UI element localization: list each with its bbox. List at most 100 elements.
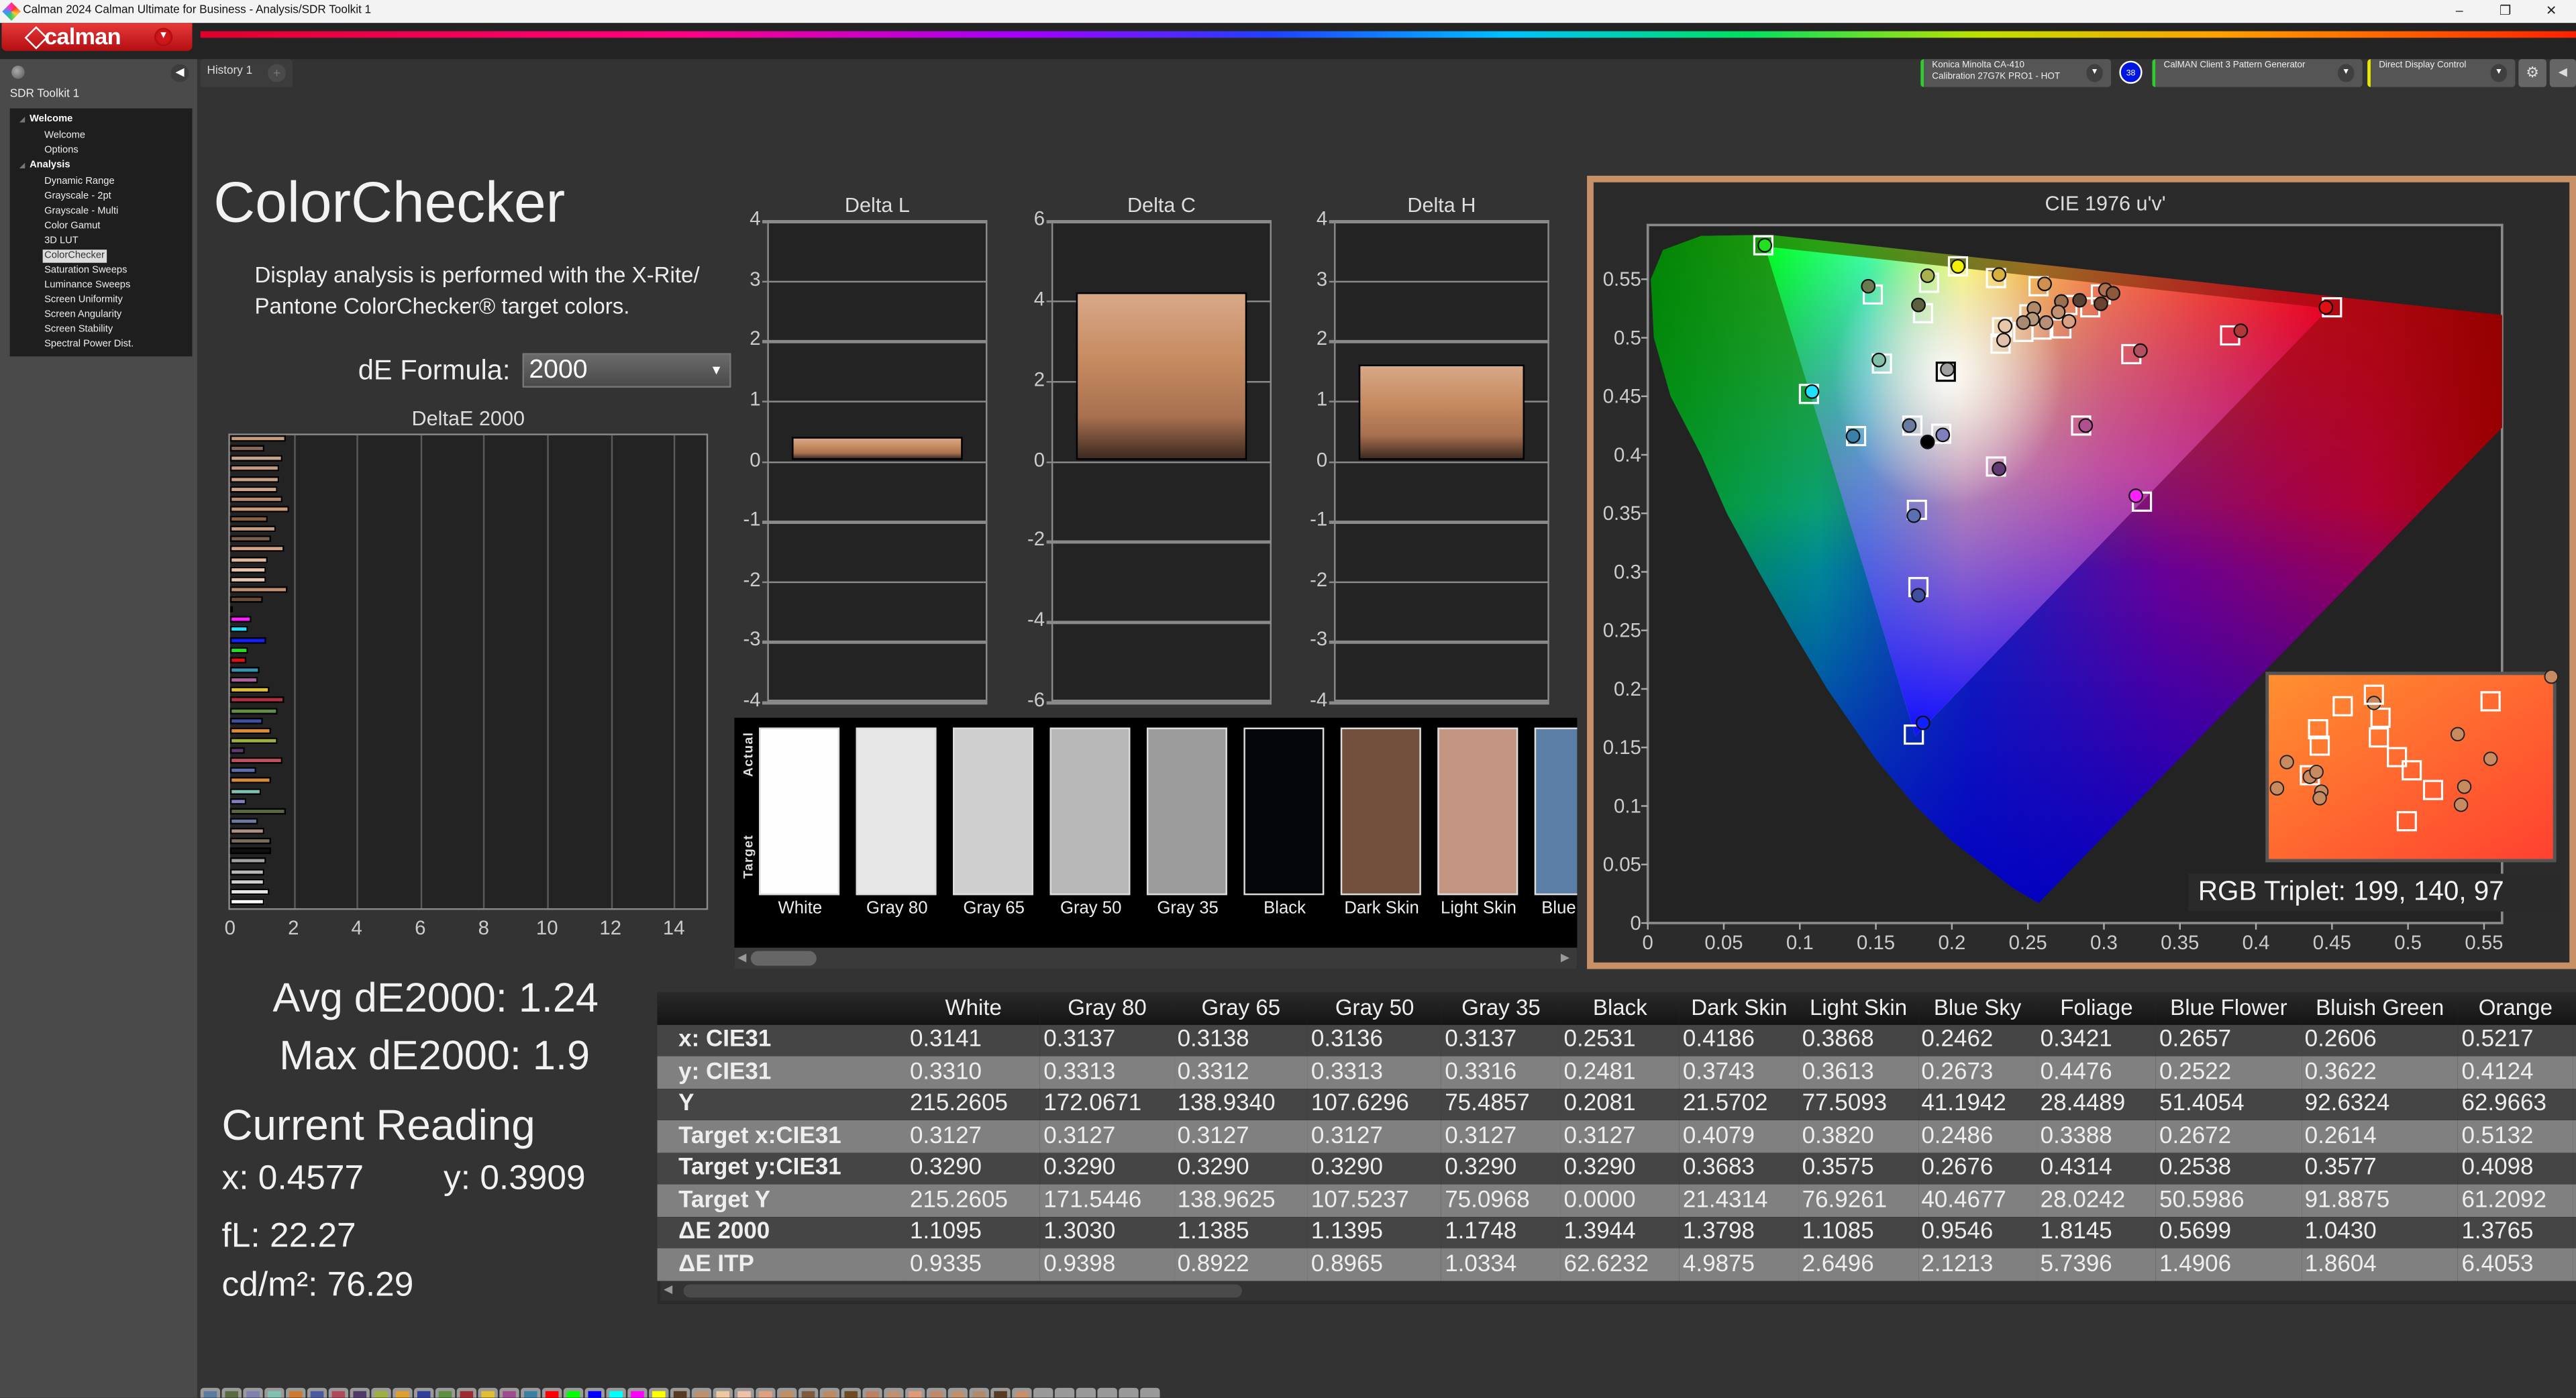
sidebar-item-3d-lut[interactable]: 3D LUT <box>43 235 81 248</box>
patch-tab[interactable] <box>990 1387 1011 1398</box>
patch-tab[interactable] <box>1119 1387 1139 1398</box>
sidebar-item-spectral-power[interactable]: Spectral Power Dist. <box>43 338 136 352</box>
patch-tab[interactable] <box>1033 1387 1053 1398</box>
sidebar-item-color-gamut[interactable]: Color Gamut <box>43 220 102 233</box>
sidebar-item-saturation-sweeps[interactable]: Saturation Sweeps <box>43 264 129 278</box>
patch-tab[interactable] <box>435 1387 456 1398</box>
patch-tab[interactable] <box>350 1387 370 1398</box>
patch-tab[interactable] <box>649 1387 669 1398</box>
patch-tab[interactable] <box>627 1387 648 1398</box>
column-header[interactable]: Gray 50 <box>1307 991 1442 1024</box>
color-swatch[interactable] <box>1437 727 1518 896</box>
column-header[interactable]: Dark Skin <box>1680 991 1799 1024</box>
pattern-generator-selector[interactable]: CalMAN Client 3 Pattern Generator ▼ <box>2152 59 2363 87</box>
sidebar-item-screen-uniformity[interactable]: Screen Uniformity <box>43 294 125 307</box>
table-scrollbar[interactable]: ◀ <box>660 1281 2576 1301</box>
expand-triangle-icon[interactable]: ◢ <box>19 161 25 169</box>
sidebar-item-options[interactable]: Options <box>43 144 81 158</box>
color-swatch[interactable] <box>1243 727 1325 896</box>
sidebar-item-grayscale-multi[interactable]: Grayscale - Multi <box>43 205 120 219</box>
collapse-right-icon[interactable]: ◀ <box>2549 59 2576 87</box>
patch-tab[interactable] <box>862 1387 882 1398</box>
scroll-right-icon[interactable]: ▶ <box>1561 951 1569 964</box>
sidebar-item-welcome[interactable]: Welcome <box>43 129 87 143</box>
sidebar-item-dynamic-range[interactable]: Dynamic Range <box>43 176 116 189</box>
patch-tab[interactable] <box>393 1387 413 1398</box>
column-header[interactable]: Blue Flower <box>2156 991 2302 1024</box>
tree-group-welcome[interactable]: ◢ Welcome <box>19 115 72 125</box>
color-swatch[interactable] <box>953 727 1034 896</box>
sidebar-item-luminance-sweeps[interactable]: Luminance Sweeps <box>43 279 132 292</box>
color-swatch[interactable] <box>759 727 840 896</box>
chevron-down-icon[interactable]: ▼ <box>2490 64 2508 83</box>
scrollbar-thumb[interactable] <box>750 951 817 966</box>
color-swatch[interactable] <box>1146 727 1227 896</box>
tab-history-1[interactable]: History 1 + <box>200 59 293 87</box>
color-swatch[interactable] <box>1049 727 1131 896</box>
patch-tab[interactable] <box>1076 1387 1096 1398</box>
patch-tab[interactable] <box>1054 1387 1075 1398</box>
patch-tab[interactable] <box>521 1387 541 1398</box>
column-header[interactable]: Bluish Green <box>2301 991 2459 1024</box>
patch-tab[interactable] <box>670 1387 690 1398</box>
de-formula-dropdown[interactable]: 2000 ▼ <box>522 353 731 388</box>
patch-tab[interactable] <box>969 1387 989 1398</box>
color-swatch[interactable] <box>856 727 937 896</box>
sidebar-item-screen-stability[interactable]: Screen Stability <box>43 323 115 337</box>
patch-tab[interactable] <box>584 1387 605 1398</box>
patch-tab[interactable] <box>499 1387 519 1398</box>
patch-tab[interactable] <box>926 1387 947 1398</box>
chevron-down-icon[interactable]: ▼ <box>2337 64 2355 83</box>
column-header[interactable]: Light Skin <box>1798 991 1918 1024</box>
chevron-down-icon[interactable]: ▼ <box>2086 64 2103 83</box>
patch-tab[interactable] <box>563 1387 584 1398</box>
patch-tab[interactable] <box>756 1387 776 1398</box>
column-header[interactable]: Blue Sky <box>1918 991 2037 1024</box>
column-header[interactable]: Black <box>1560 991 1680 1024</box>
display-control-selector[interactable]: Direct Display Control ▼ <box>2367 59 2516 87</box>
patch-tab[interactable] <box>328 1387 349 1398</box>
scroll-left-icon[interactable]: ◀ <box>664 1283 672 1296</box>
patch-tab[interactable] <box>841 1387 861 1398</box>
patch-tab[interactable] <box>1097 1387 1117 1398</box>
patch-tab[interactable] <box>542 1387 562 1398</box>
minimize-button[interactable]: – <box>2436 0 2483 23</box>
column-header[interactable]: Gray 65 <box>1174 991 1308 1024</box>
collapse-sidebar-button[interactable]: ◀ <box>170 64 189 83</box>
patch-tab[interactable] <box>243 1387 263 1398</box>
sidebar-item-screen-angularity[interactable]: Screen Angularity <box>43 309 123 322</box>
maximize-button[interactable]: ❐ <box>2482 0 2528 23</box>
meter-badge[interactable]: 38 <box>2119 60 2143 84</box>
patch-tab[interactable] <box>456 1387 477 1398</box>
patch-tab[interactable] <box>200 1387 221 1398</box>
scroll-left-icon[interactable]: ◀ <box>737 951 746 964</box>
settings-gear-icon[interactable]: ⚙ <box>2518 59 2546 87</box>
add-tab-button[interactable]: + <box>268 64 287 83</box>
patch-tab[interactable] <box>371 1387 391 1398</box>
patch-tab[interactable] <box>713 1387 733 1398</box>
patch-tab[interactable] <box>734 1387 754 1398</box>
close-button[interactable]: ✕ <box>2528 0 2575 23</box>
patch-tab[interactable] <box>1140 1387 1160 1398</box>
color-swatch[interactable] <box>1340 727 1421 896</box>
color-swatch[interactable] <box>1534 727 1578 896</box>
patch-tab[interactable] <box>691 1387 712 1398</box>
scrollbar-thumb[interactable] <box>683 1284 1242 1298</box>
sidebar-item-grayscale-2pt[interactable]: Grayscale - 2pt <box>43 191 113 204</box>
patch-tab[interactable] <box>478 1387 498 1398</box>
calman-menu-button[interactable]: calman ▼ <box>1 23 193 51</box>
patch-tab[interactable] <box>884 1387 904 1398</box>
expand-triangle-icon[interactable]: ◢ <box>19 115 25 123</box>
sidebar-item-colorchecker[interactable]: ColorChecker <box>42 250 107 263</box>
patch-tab[interactable] <box>798 1387 819 1398</box>
tree-group-analysis[interactable]: ◢ Analysis <box>19 161 70 171</box>
patch-tab[interactable] <box>413 1387 434 1398</box>
patch-tab[interactable] <box>947 1387 968 1398</box>
column-header[interactable]: Gray 35 <box>1441 991 1561 1024</box>
column-header[interactable]: White <box>907 991 1041 1024</box>
patch-tab[interactable] <box>777 1387 797 1398</box>
meter-selector[interactable]: Konica Minolta CA-410 Calibration 27G7K P… <box>1920 59 2112 87</box>
column-header[interactable]: Gray 80 <box>1040 991 1174 1024</box>
chevron-down-icon[interactable]: ▼ <box>154 28 173 46</box>
patch-tab[interactable] <box>819 1387 840 1398</box>
